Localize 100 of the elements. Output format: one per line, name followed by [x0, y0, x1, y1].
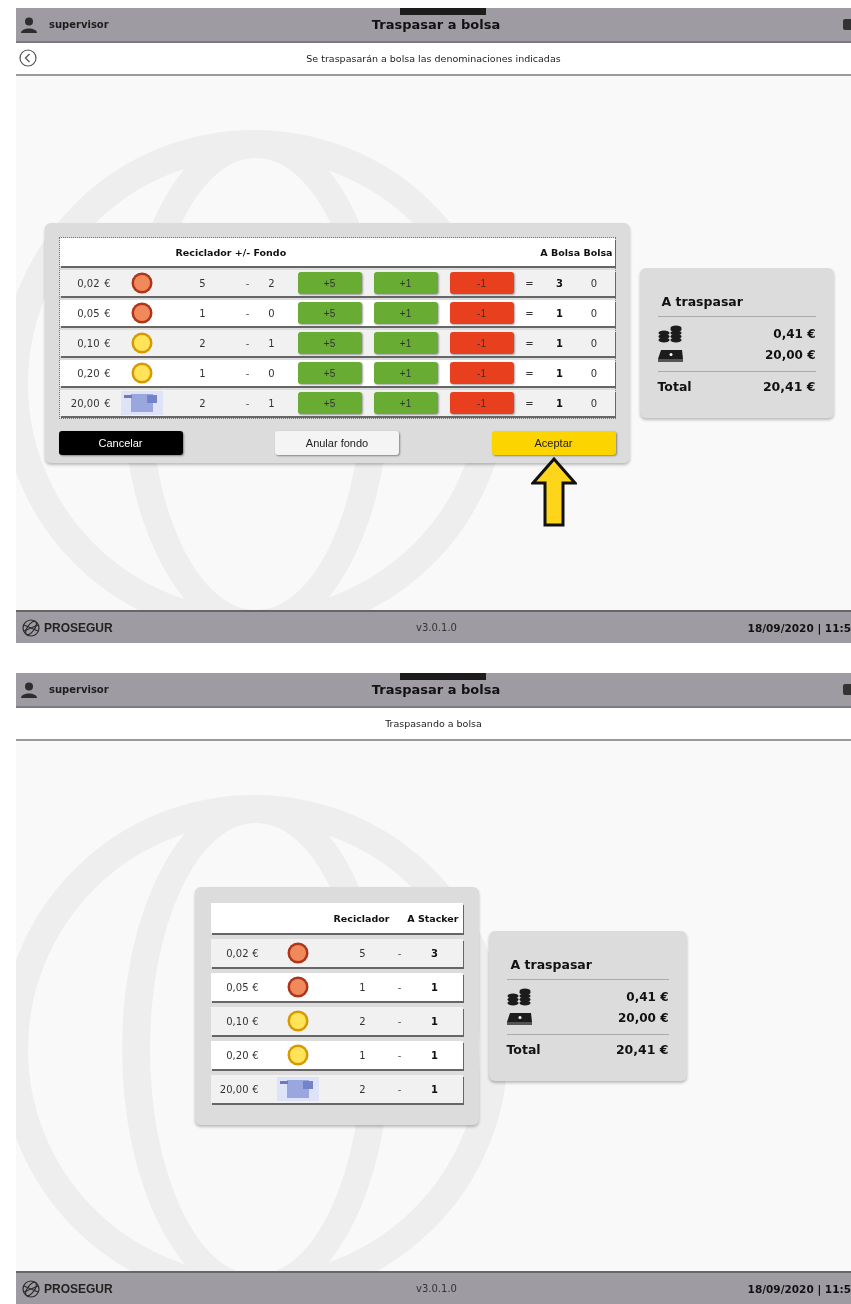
brand-name: PROSEGUR [44, 620, 113, 635]
denomination-value: 0,02 [225, 947, 249, 959]
total-value: 20,41 € [615, 1042, 669, 1057]
action-button[interactable]: Aceptar [491, 431, 616, 455]
adjust-button[interactable]: +5 [297, 362, 362, 384]
total-value: 20,41 € [762, 379, 816, 394]
adjust-button[interactable]: +5 [297, 392, 362, 414]
coin-stack-icon [657, 324, 684, 343]
column-header: A Stacker [407, 912, 460, 924]
currency-symbol: € [251, 1083, 260, 1095]
transfer-count: 1 [555, 307, 564, 319]
banknote-stack-icon [506, 1010, 533, 1025]
denomination-value: 20,00 [69, 397, 100, 409]
adjust-button[interactable]: +5 [297, 302, 362, 324]
banknote-icon [120, 391, 163, 415]
status-message: Traspasando a bolsa [385, 718, 482, 729]
bag-count: 0 [589, 397, 599, 409]
minus-sign: - [396, 1015, 403, 1027]
coin-icon [286, 976, 309, 998]
coin-icon [130, 272, 153, 294]
bag-count: 0 [589, 277, 599, 289]
denomination-value: 0,05 [76, 307, 100, 319]
transfer-count: 1 [430, 1015, 439, 1027]
minus-sign: - [244, 307, 251, 319]
minus-sign: - [396, 981, 403, 993]
status-message: Se traspasarán a bolsa las denominaciones indicadas [306, 53, 561, 64]
adjust-button[interactable]: +5 [297, 332, 362, 354]
minimize-icon[interactable] [843, 684, 851, 695]
adjust-button[interactable]: +1 [373, 302, 438, 324]
transfer-count: 1 [430, 1083, 439, 1095]
transfer-count: 1 [555, 367, 564, 379]
user-name: supervisor [49, 19, 109, 30]
currency-symbol: € [103, 307, 112, 319]
coin-icon [286, 942, 309, 964]
amount-value: 20,00 € [765, 347, 816, 362]
adjust-button[interactable]: -1 [449, 272, 514, 294]
transfer-count: 1 [555, 397, 564, 409]
adjust-button[interactable]: -1 [449, 362, 514, 384]
minus-sign: - [244, 337, 251, 349]
column-header: Reciclador +/- Fondo [174, 246, 287, 258]
denomination-value: 20,00 [218, 1083, 249, 1095]
version-label: v3.0.1.0 [416, 1283, 457, 1294]
column-header: A Bolsa Bolsa [540, 246, 614, 258]
denomination-value: 0,02 [76, 277, 100, 289]
back-icon[interactable] [19, 49, 37, 67]
coin-icon [286, 1044, 309, 1066]
transfer-count: 3 [555, 277, 564, 289]
action-button[interactable]: Anular fondo [275, 431, 399, 455]
bag-count: 0 [589, 337, 599, 349]
minimize-icon[interactable] [843, 19, 851, 30]
fund-count: 1 [267, 397, 276, 409]
adjust-button[interactable]: -1 [449, 392, 514, 414]
recycler-count: 2 [198, 337, 207, 349]
equals-sign: = [524, 337, 535, 349]
denomination-value: 0,10 [76, 337, 100, 349]
fund-count: 2 [267, 277, 276, 289]
denomination-value: 0,10 [225, 1015, 249, 1027]
amount-value: 20,00 € [618, 1010, 669, 1025]
minus-sign: - [244, 277, 251, 289]
coin-icon [286, 1010, 309, 1032]
amount-value: 0,41 € [773, 326, 816, 341]
column-header: Reciclador [332, 912, 390, 924]
action-button[interactable]: Cancelar [58, 431, 183, 455]
transfer-count: 1 [430, 981, 439, 993]
adjust-button[interactable]: -1 [449, 302, 514, 324]
currency-symbol: € [251, 981, 260, 993]
coin-icon [130, 302, 153, 324]
drag-handle-icon[interactable] [400, 8, 486, 15]
recycler-count: 2 [358, 1083, 367, 1095]
recycler-count: 1 [198, 367, 207, 379]
amount-value: 0,41 € [626, 989, 669, 1004]
adjust-button[interactable]: -1 [449, 332, 514, 354]
equals-sign: = [524, 397, 535, 409]
equals-sign: = [524, 307, 535, 319]
fund-count: 1 [267, 337, 276, 349]
minus-sign: - [396, 1049, 403, 1061]
adjust-button[interactable]: +5 [297, 272, 362, 294]
adjust-button[interactable]: +1 [373, 272, 438, 294]
adjust-button[interactable]: +1 [373, 392, 438, 414]
drag-handle-icon[interactable] [400, 673, 486, 680]
brand-name: PROSEGUR [44, 1281, 113, 1296]
denomination-value: 0,05 [225, 981, 249, 993]
recycler-count: 5 [198, 277, 207, 289]
adjust-button[interactable]: +1 [373, 362, 438, 384]
denomination-value: 0,20 [76, 367, 100, 379]
currency-symbol: € [103, 397, 112, 409]
adjust-button[interactable]: +1 [373, 332, 438, 354]
date-time: 18/09/2020 | 11:5 [746, 621, 851, 634]
currency-symbol: € [103, 277, 112, 289]
recycler-count: 5 [358, 947, 367, 959]
recycler-count: 1 [198, 307, 207, 319]
denomination-value: 0,20 [225, 1049, 249, 1061]
currency-symbol: € [251, 947, 260, 959]
currency-symbol: € [103, 337, 112, 349]
minus-sign: - [396, 1083, 403, 1095]
banknote-icon [276, 1077, 319, 1101]
date-time: 18/09/2020 | 11:5 [746, 1282, 851, 1295]
currency-symbol: € [251, 1049, 260, 1061]
bag-count: 0 [589, 367, 599, 379]
minus-sign: - [244, 367, 251, 379]
